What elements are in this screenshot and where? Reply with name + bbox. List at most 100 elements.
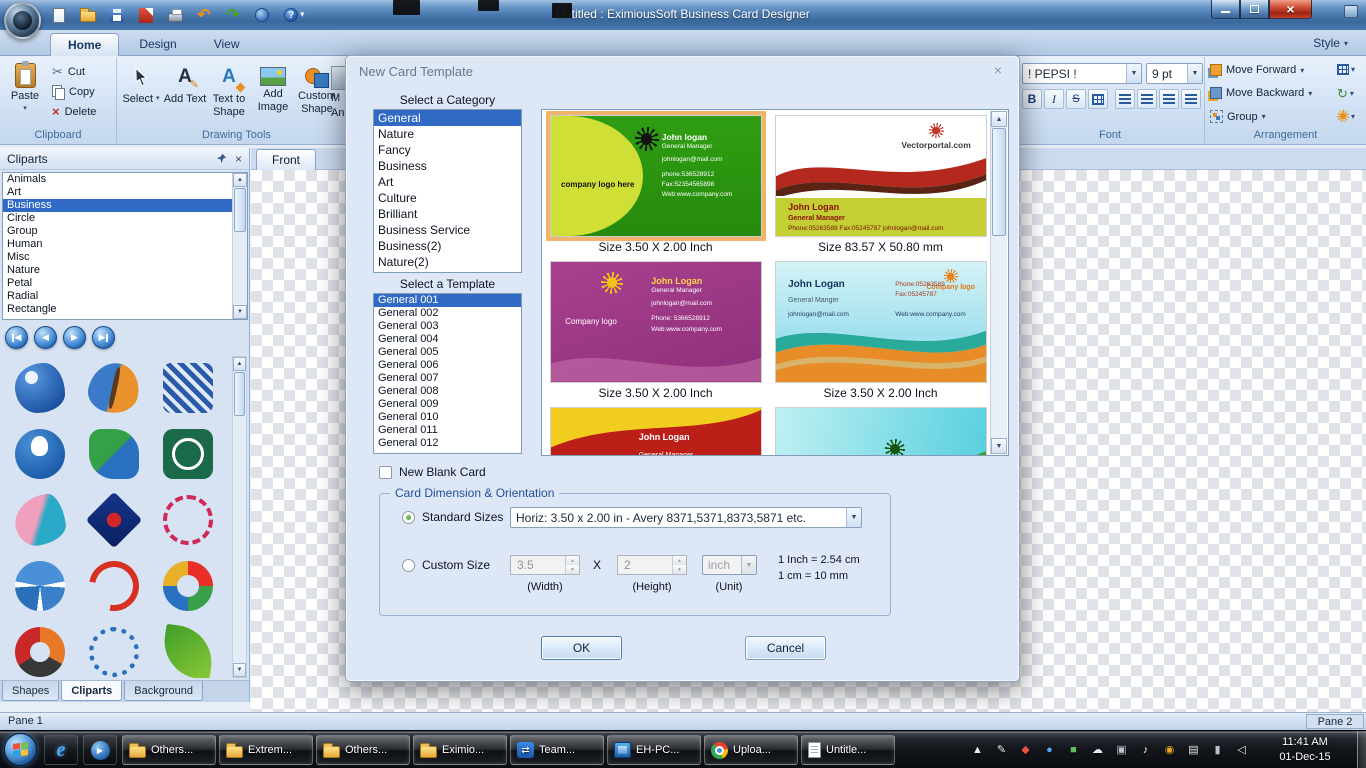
category-item[interactable]: Nature (374, 126, 521, 142)
template-item[interactable]: General 005 (374, 346, 521, 359)
standard-sizes-option[interactable]: Standard Sizes (402, 510, 503, 524)
clipart-thumbnail[interactable] (78, 356, 150, 420)
card-thumbnail[interactable]: Company logo John Logan General Manager … (549, 261, 762, 383)
category-item[interactable]: Business Service (374, 222, 521, 238)
template-item[interactable]: General 004 (374, 333, 521, 346)
taskbar-app-button[interactable]: Team... (510, 735, 604, 765)
template-item[interactable]: General 011 (374, 424, 521, 437)
ok-button[interactable]: OK (541, 636, 622, 660)
scroll-up-button[interactable]: ▲ (991, 111, 1007, 127)
clipart-thumbnail[interactable] (152, 422, 224, 486)
clipart-category-item[interactable]: Misc (3, 251, 232, 264)
width-input[interactable]: 3.5 ▲ ▼ (510, 555, 580, 575)
new-blank-card-checkbox[interactable] (379, 465, 392, 479)
clipart-category-item[interactable]: Rectangle (3, 303, 232, 316)
card-thumbnail-selected[interactable]: company logo here John logan General Man… (545, 111, 766, 241)
scroll-up-button[interactable]: ▲ (233, 173, 247, 187)
front-side-tab[interactable]: Front (256, 149, 317, 170)
category-item[interactable]: Fancy (374, 142, 521, 158)
category-item[interactable]: General (374, 110, 521, 126)
clipart-thumbnail[interactable] (4, 554, 76, 618)
taskbar-app-button[interactable]: Untitle... (801, 735, 895, 765)
clipart-category-item[interactable]: Business (3, 199, 232, 212)
scroll-down-button[interactable]: ▼ (233, 305, 247, 319)
bold-button[interactable]: B (1022, 89, 1042, 109)
text-effects-button[interactable] (1088, 89, 1108, 109)
category-item[interactable]: Culture (374, 190, 521, 206)
template-item[interactable]: General 012 (374, 437, 521, 450)
chat-app-icon[interactable]: ■ (1063, 737, 1084, 762)
media-app-icon[interactable]: ♪ (1135, 737, 1156, 762)
dialog-close-icon[interactable]: × (989, 62, 1007, 78)
show-hidden-icons-arrow-icon[interactable]: ▲ (967, 737, 988, 762)
align-left-button[interactable] (1115, 89, 1135, 109)
scrollbar-thumb[interactable] (234, 188, 246, 232)
template-item[interactable]: General 006 (374, 359, 521, 372)
clipart-category-list[interactable]: Animals Art Business Circle Group Human … (2, 172, 248, 320)
clipart-thumbnail[interactable] (4, 620, 76, 678)
clipart-category-item[interactable]: Petal (3, 277, 232, 290)
panel-tab[interactable]: Shapes (2, 681, 60, 701)
clipart-category-item[interactable]: Art (3, 186, 232, 199)
category-list[interactable]: General Nature Fancy Business Art Cultur… (373, 109, 522, 273)
copy-button[interactable]: Copy (52, 85, 96, 100)
text-to-shape-button[interactable]: A Text to Shape (207, 61, 251, 118)
template-item[interactable]: General 007 (374, 372, 521, 385)
media-player-button[interactable]: ▶ (83, 735, 117, 765)
taskbar-clock[interactable]: 11:41 AM 01-Dec-15 (1260, 735, 1350, 765)
add-text-button[interactable]: A ✎ Add Text (163, 61, 207, 106)
clipart-thumbnail[interactable] (152, 356, 224, 420)
rotate-button[interactable]: ↻ ▾ (1337, 87, 1354, 100)
font-size-select[interactable]: 9 pt ▼ (1146, 63, 1203, 84)
taskbar-app-button[interactable]: Uploa... (704, 735, 798, 765)
add-image-button[interactable]: Add Image (251, 61, 295, 113)
pen-input-icon[interactable]: ✎ (991, 737, 1012, 762)
step-up-icon[interactable]: ▲ (566, 556, 579, 565)
clipart-thumbnail[interactable] (78, 551, 150, 621)
template-item[interactable]: General 001 (374, 294, 521, 307)
template-item[interactable]: General 002 (374, 307, 521, 320)
style-menu-button[interactable]: Style ▾ (1313, 36, 1348, 50)
height-input[interactable]: 2 ▲ ▼ (617, 555, 687, 575)
scroll-down-button[interactable]: ▼ (233, 663, 246, 677)
display-settings-icon[interactable]: ▣ (1111, 737, 1132, 762)
strikethrough-button[interactable]: S (1066, 89, 1086, 109)
next-page-button[interactable]: ▶ (63, 326, 86, 349)
clipart-thumbnail[interactable] (152, 488, 224, 552)
template-item[interactable]: General 010 (374, 411, 521, 424)
clipart-thumbnail[interactable] (78, 488, 150, 552)
close-panel-icon[interactable]: × (235, 153, 242, 165)
align-center-button[interactable] (1137, 89, 1157, 109)
clipart-category-item[interactable]: Animals (3, 173, 232, 186)
minimize-button[interactable] (1211, 0, 1240, 19)
clipart-category-item[interactable]: Nature (3, 264, 232, 277)
width-stepper[interactable]: ▲ ▼ (565, 556, 579, 574)
paste-button[interactable]: Paste ▾ (3, 61, 47, 113)
clipart-thumbnail[interactable] (78, 422, 150, 486)
maximize-button[interactable] (1240, 0, 1269, 19)
template-item[interactable]: General 009 (374, 398, 521, 411)
scrollbar[interactable]: ▲ ▼ (990, 111, 1007, 454)
clipart-category-item[interactable]: Circle (3, 212, 232, 225)
taskbar-app-button[interactable]: Eximio... (413, 735, 507, 765)
standard-size-select[interactable]: Horiz: 3.50 x 2.00 in - Avery 8371,5371,… (510, 507, 862, 528)
align-justify-button[interactable] (1181, 89, 1201, 109)
clipart-category-item[interactable]: Radial (3, 290, 232, 303)
step-up-icon[interactable]: ▲ (673, 556, 686, 565)
card-thumbnail[interactable]: John Logan General Manager (549, 407, 762, 455)
network-status-icon[interactable]: ▤ (1183, 737, 1204, 762)
clipart-category-item[interactable]: Group (3, 225, 232, 238)
align-right-button[interactable] (1159, 89, 1179, 109)
scroll-up-button[interactable]: ▲ (233, 357, 246, 371)
scrollbar-thumb[interactable] (992, 128, 1006, 236)
ribbon-tab[interactable]: Design (122, 33, 193, 56)
clipart-thumbnail[interactable] (4, 422, 76, 486)
taskbar-app-button[interactable]: Others... (316, 735, 410, 765)
step-down-icon[interactable]: ▼ (673, 565, 686, 574)
scrollbar-thumb[interactable] (234, 372, 245, 416)
taskbar-app-button[interactable]: Others... (122, 735, 216, 765)
scroll-down-button[interactable]: ▼ (991, 438, 1007, 454)
taskbar-app-button[interactable]: EH-PC... (607, 735, 701, 765)
clipart-thumbnail[interactable] (152, 554, 224, 618)
card-thumbnail[interactable]: Company logo John Logan General Manger P… (774, 261, 987, 383)
